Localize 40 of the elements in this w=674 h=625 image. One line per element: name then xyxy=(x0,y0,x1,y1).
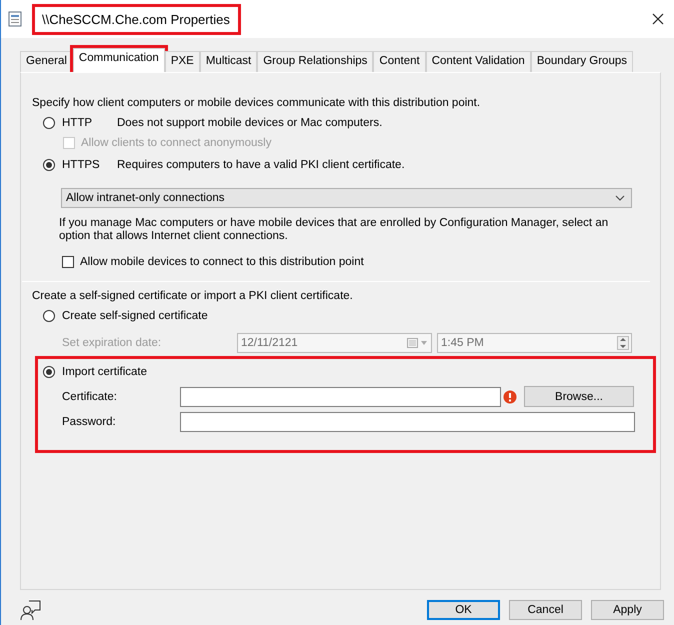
input-field[interactable] xyxy=(180,412,635,432)
dialog-button[interactable]: OK xyxy=(427,600,500,620)
connection-dropdown[interactable]: Allow intranet-only connections xyxy=(61,188,632,208)
radio-label[interactable]: Create self-signed certificate xyxy=(62,310,208,322)
tab[interactable]: General xyxy=(20,51,73,72)
tab[interactable]: PXE xyxy=(164,51,200,72)
properties-icon xyxy=(8,11,22,27)
radio-button[interactable] xyxy=(43,310,55,322)
window-title: \\CheSCCM.Che.com Properties xyxy=(32,4,241,34)
field-label: Certificate: xyxy=(61,390,118,402)
dialog-button[interactable]: Cancel xyxy=(509,600,582,620)
tab[interactable]: Multicast xyxy=(200,51,258,72)
field-label: Set expiration date: xyxy=(62,337,162,349)
user-feedback-icon[interactable] xyxy=(20,599,42,621)
intro-text: Specify how client computers or mobile devices communicate with this distribution point. xyxy=(32,97,480,109)
field-label: Password: xyxy=(61,416,117,428)
input-field[interactable] xyxy=(180,386,501,406)
option-description: Does not support mobile devices or Mac computers. xyxy=(117,117,382,129)
tab[interactable]: Content Validation xyxy=(426,51,531,72)
dialog-button[interactable]: Apply xyxy=(591,600,664,620)
section-text: Create a self-signed certificate or import a PKI client certificate. xyxy=(32,290,353,302)
spinner-icon xyxy=(617,336,629,350)
close-icon[interactable] xyxy=(652,13,664,25)
tab[interactable]: Communication xyxy=(72,48,165,72)
note-text: If you manage Mac computers or have mobile devices that are enrolled by Configuration Manager, select an option that allows Internet client connections. xyxy=(59,217,610,243)
calendar-icon xyxy=(407,338,429,348)
option-description: Requires computers to have a valid PKI client certificate. xyxy=(117,159,405,171)
radio-label[interactable]: HTTPS xyxy=(62,159,117,171)
checkbox-label[interactable]: Allow mobile devices to connect to this distribution point xyxy=(80,256,364,268)
tab[interactable]: Boundary Groups xyxy=(530,51,633,72)
chevron-icon xyxy=(615,195,625,201)
tab[interactable]: Content xyxy=(373,51,426,72)
radio-label[interactable]: HTTP xyxy=(62,117,117,129)
radio-button[interactable] xyxy=(43,159,55,171)
radio-button[interactable] xyxy=(43,366,55,378)
checkbox[interactable] xyxy=(62,256,74,268)
browse-button[interactable]: Browse... xyxy=(524,386,634,407)
radio-label[interactable]: Import certificate xyxy=(62,366,147,378)
radio-button[interactable] xyxy=(43,117,55,129)
tab[interactable]: Group Relationships xyxy=(257,51,374,72)
